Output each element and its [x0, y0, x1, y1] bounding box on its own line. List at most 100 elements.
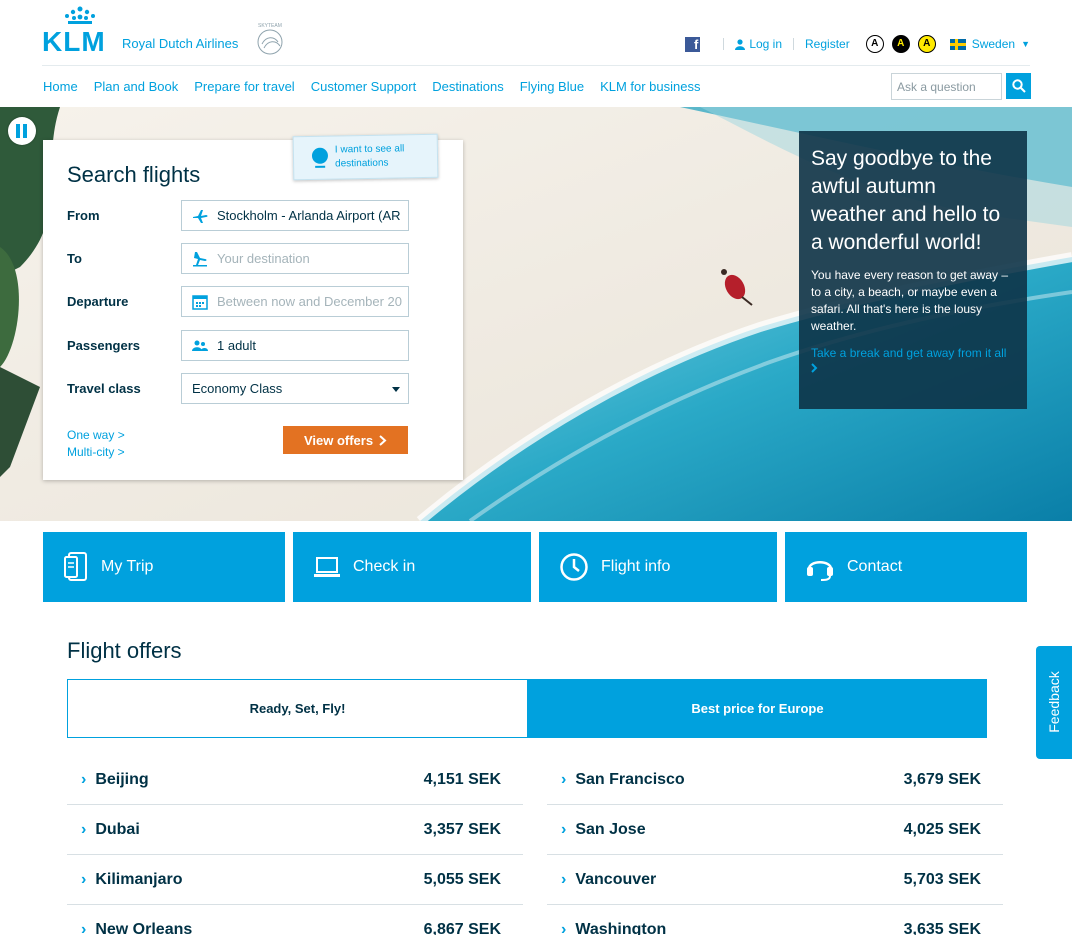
- contact-label: Contact: [847, 558, 903, 575]
- promo-link[interactable]: Take a break and get away from it all: [811, 345, 1015, 377]
- one-way-link[interactable]: One way >: [67, 427, 125, 444]
- contrast-normal-button[interactable]: A: [865, 35, 884, 53]
- svg-text:SKYTEAM: SKYTEAM: [258, 23, 282, 29]
- passengers-icon: [192, 340, 208, 351]
- view-offers-label: View offers: [303, 432, 374, 448]
- travel-class-select[interactable]: Economy Class: [181, 373, 409, 404]
- departure-label: Departure: [67, 294, 129, 309]
- chevron-right-icon: ›: [81, 820, 87, 838]
- nav-plan-and-book[interactable]: Plan and Book: [94, 79, 179, 94]
- list-item[interactable]: › Kilimanjaro 5,055 SEK: [67, 855, 523, 905]
- offer-price: 3,679 SEK: [903, 770, 981, 788]
- list-item[interactable]: › Washington 3,635 SEK: [547, 905, 1003, 935]
- offer-city: New Orleans: [95, 920, 193, 935]
- travel-class-row: Travel class Economy Class: [67, 373, 409, 404]
- ask-question-input[interactable]: Ask a question: [891, 73, 1002, 100]
- to-input[interactable]: Your destination: [181, 243, 409, 274]
- flight-info-label: Flight info: [601, 558, 671, 575]
- to-label: To: [67, 251, 82, 266]
- nav-prepare-for-travel[interactable]: Prepare for travel: [194, 79, 294, 94]
- flight-offers-tabs: Ready, Set, Fly! Best price for Europe: [67, 679, 987, 738]
- globe-icon: [311, 147, 329, 164]
- list-item[interactable]: › San Francisco 3,679 SEK: [547, 755, 1003, 805]
- divider: [42, 65, 1030, 66]
- offer-city: Beijing: [95, 770, 149, 788]
- view-offers-button[interactable]: View offers: [283, 426, 408, 454]
- list-item[interactable]: › San Jose 4,025 SEK: [547, 805, 1003, 855]
- list-item[interactable]: › Beijing 4,151 SEK: [67, 755, 523, 805]
- contrast-dark-button[interactable]: A: [891, 35, 910, 53]
- contrast-yellow-button[interactable]: A: [917, 35, 936, 53]
- multi-city-link[interactable]: Multi-city >: [67, 444, 125, 461]
- promo-body: You have every reason to get away – to a…: [811, 268, 1009, 333]
- tab-best-price-europe[interactable]: Best price for Europe: [528, 679, 987, 738]
- chevron-down-icon[interactable]: ▼: [1021, 39, 1030, 49]
- offers-list-left: › Beijing 4,151 SEK › Dubai 3,357 SEK › …: [67, 755, 523, 935]
- country-selector[interactable]: Sweden: [972, 37, 1015, 51]
- register-link[interactable]: Register: [805, 37, 850, 51]
- check-in-tile[interactable]: Check in: [293, 532, 531, 602]
- offer-city: San Francisco: [575, 770, 685, 788]
- chevron-right-icon: [811, 363, 818, 373]
- to-placeholder: Your destination: [217, 251, 310, 266]
- list-item[interactable]: › Dubai 3,357 SEK: [67, 805, 523, 855]
- departure-placeholder: Between now and December 20: [217, 294, 403, 309]
- offer-price: 4,025 SEK: [903, 820, 981, 838]
- plane-landing-icon: [193, 252, 207, 267]
- clock-icon: [560, 553, 588, 581]
- offer-city: Dubai: [95, 820, 140, 838]
- search-icon: [1011, 79, 1026, 93]
- passengers-input[interactable]: 1 adult: [181, 330, 409, 361]
- flight-info-tile[interactable]: Flight info: [539, 532, 777, 602]
- nav-home[interactable]: Home: [43, 79, 78, 94]
- offers-list-right: › San Francisco 3,679 SEK › San Jose 4,0…: [547, 755, 1003, 935]
- crown-icon: [65, 6, 95, 24]
- all-destinations-tab[interactable]: I want to see all destinations: [292, 133, 439, 181]
- chevron-right-icon: ›: [561, 770, 567, 788]
- site-header: KLM Royal Dutch Airlines SKYTEAM f Log i…: [0, 0, 1072, 107]
- offer-city: Washington: [575, 920, 667, 935]
- nav-flying-blue[interactable]: Flying Blue: [520, 79, 584, 94]
- utility-bar: f Log in Register A A A Sweden ▼: [685, 32, 1030, 56]
- nav-customer-support[interactable]: Customer Support: [311, 79, 417, 94]
- divider: [793, 38, 795, 50]
- chevron-right-icon: ›: [81, 870, 87, 888]
- pause-button[interactable]: [8, 117, 36, 145]
- offer-price: 3,357 SEK: [423, 820, 501, 838]
- headset-icon: [807, 561, 833, 581]
- passengers-row: Passengers 1 adult: [67, 330, 409, 361]
- offer-price: 6,867 SEK: [423, 920, 501, 935]
- plane-takeoff-icon: [193, 210, 208, 223]
- offer-city: Vancouver: [575, 870, 657, 888]
- login-label: Log in: [749, 37, 783, 51]
- nav-klm-for-business[interactable]: KLM for business: [600, 79, 700, 94]
- search-button[interactable]: [1006, 73, 1031, 99]
- feedback-tab[interactable]: Feedback: [1036, 646, 1072, 759]
- passengers-value: 1 adult: [217, 338, 257, 353]
- my-trip-tile[interactable]: My Trip: [43, 532, 285, 602]
- klm-logo[interactable]: KLM Royal Dutch Airlines SKYTEAM: [42, 6, 292, 58]
- from-value: Stockholm - Arlanda Airport (AR: [217, 208, 401, 223]
- departure-row: Departure Between now and December 20: [67, 286, 409, 317]
- passengers-label: Passengers: [67, 338, 140, 353]
- offer-city: Kilimanjaro: [95, 870, 183, 888]
- sweden-flag-icon: [949, 38, 966, 50]
- chevron-right-icon: ›: [561, 870, 567, 888]
- list-item[interactable]: › Vancouver 5,703 SEK: [547, 855, 1003, 905]
- contact-tile[interactable]: Contact: [785, 532, 1027, 602]
- mobile-boarding-pass-icon: [64, 552, 87, 581]
- laptop-icon: [314, 557, 340, 577]
- departure-input[interactable]: Between now and December 20: [181, 286, 409, 317]
- promo-link-label: Take a break and get away from it all: [811, 346, 1007, 360]
- calendar-icon: [192, 295, 208, 310]
- from-label: From: [67, 208, 100, 223]
- tab-ready-set-fly[interactable]: Ready, Set, Fly!: [67, 679, 528, 738]
- facebook-icon[interactable]: f: [685, 36, 701, 52]
- user-icon: [735, 38, 746, 50]
- list-item[interactable]: › New Orleans 6,867 SEK: [67, 905, 523, 935]
- my-trip-label: My Trip: [101, 558, 154, 575]
- login-link[interactable]: Log in: [735, 37, 782, 51]
- nav-destinations[interactable]: Destinations: [432, 79, 504, 94]
- from-input[interactable]: Stockholm - Arlanda Airport (AR: [181, 200, 409, 231]
- skyteam-logo-icon: SKYTEAM: [257, 23, 283, 55]
